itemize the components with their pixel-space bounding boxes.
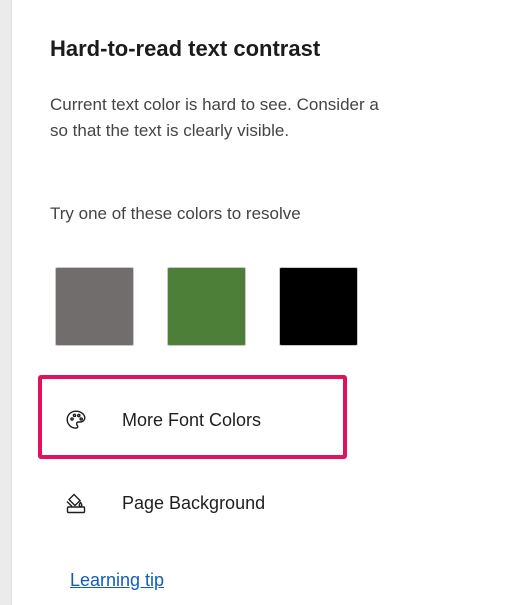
learning-tip-link[interactable]: Learning tip [70, 570, 164, 591]
color-swatches [55, 267, 358, 346]
swatch-black[interactable] [279, 267, 358, 346]
accessibility-panel: Hard-to-read text contrast Current text … [38, 0, 509, 605]
description-line-2: so that the text is clearly visible. [50, 121, 290, 140]
page-background-button[interactable]: Page Background [64, 491, 265, 515]
more-font-colors-button[interactable]: More Font Colors [64, 408, 261, 432]
panel-description: Current text color is hard to see. Consi… [50, 92, 509, 144]
palette-icon [64, 408, 88, 432]
swatch-gray[interactable] [55, 267, 134, 346]
description-line-1: Current text color is hard to see. Consi… [50, 95, 379, 114]
page-background-label: Page Background [122, 492, 266, 513]
more-font-colors-label: More Font Colors [122, 409, 262, 430]
suggestion-label: Try one of these colors to resolve [50, 204, 301, 223]
paint-bucket-icon [64, 491, 88, 515]
pane-left-border [0, 0, 12, 605]
panel-title: Hard-to-read text contrast [50, 36, 321, 61]
swatch-green[interactable] [167, 267, 246, 346]
